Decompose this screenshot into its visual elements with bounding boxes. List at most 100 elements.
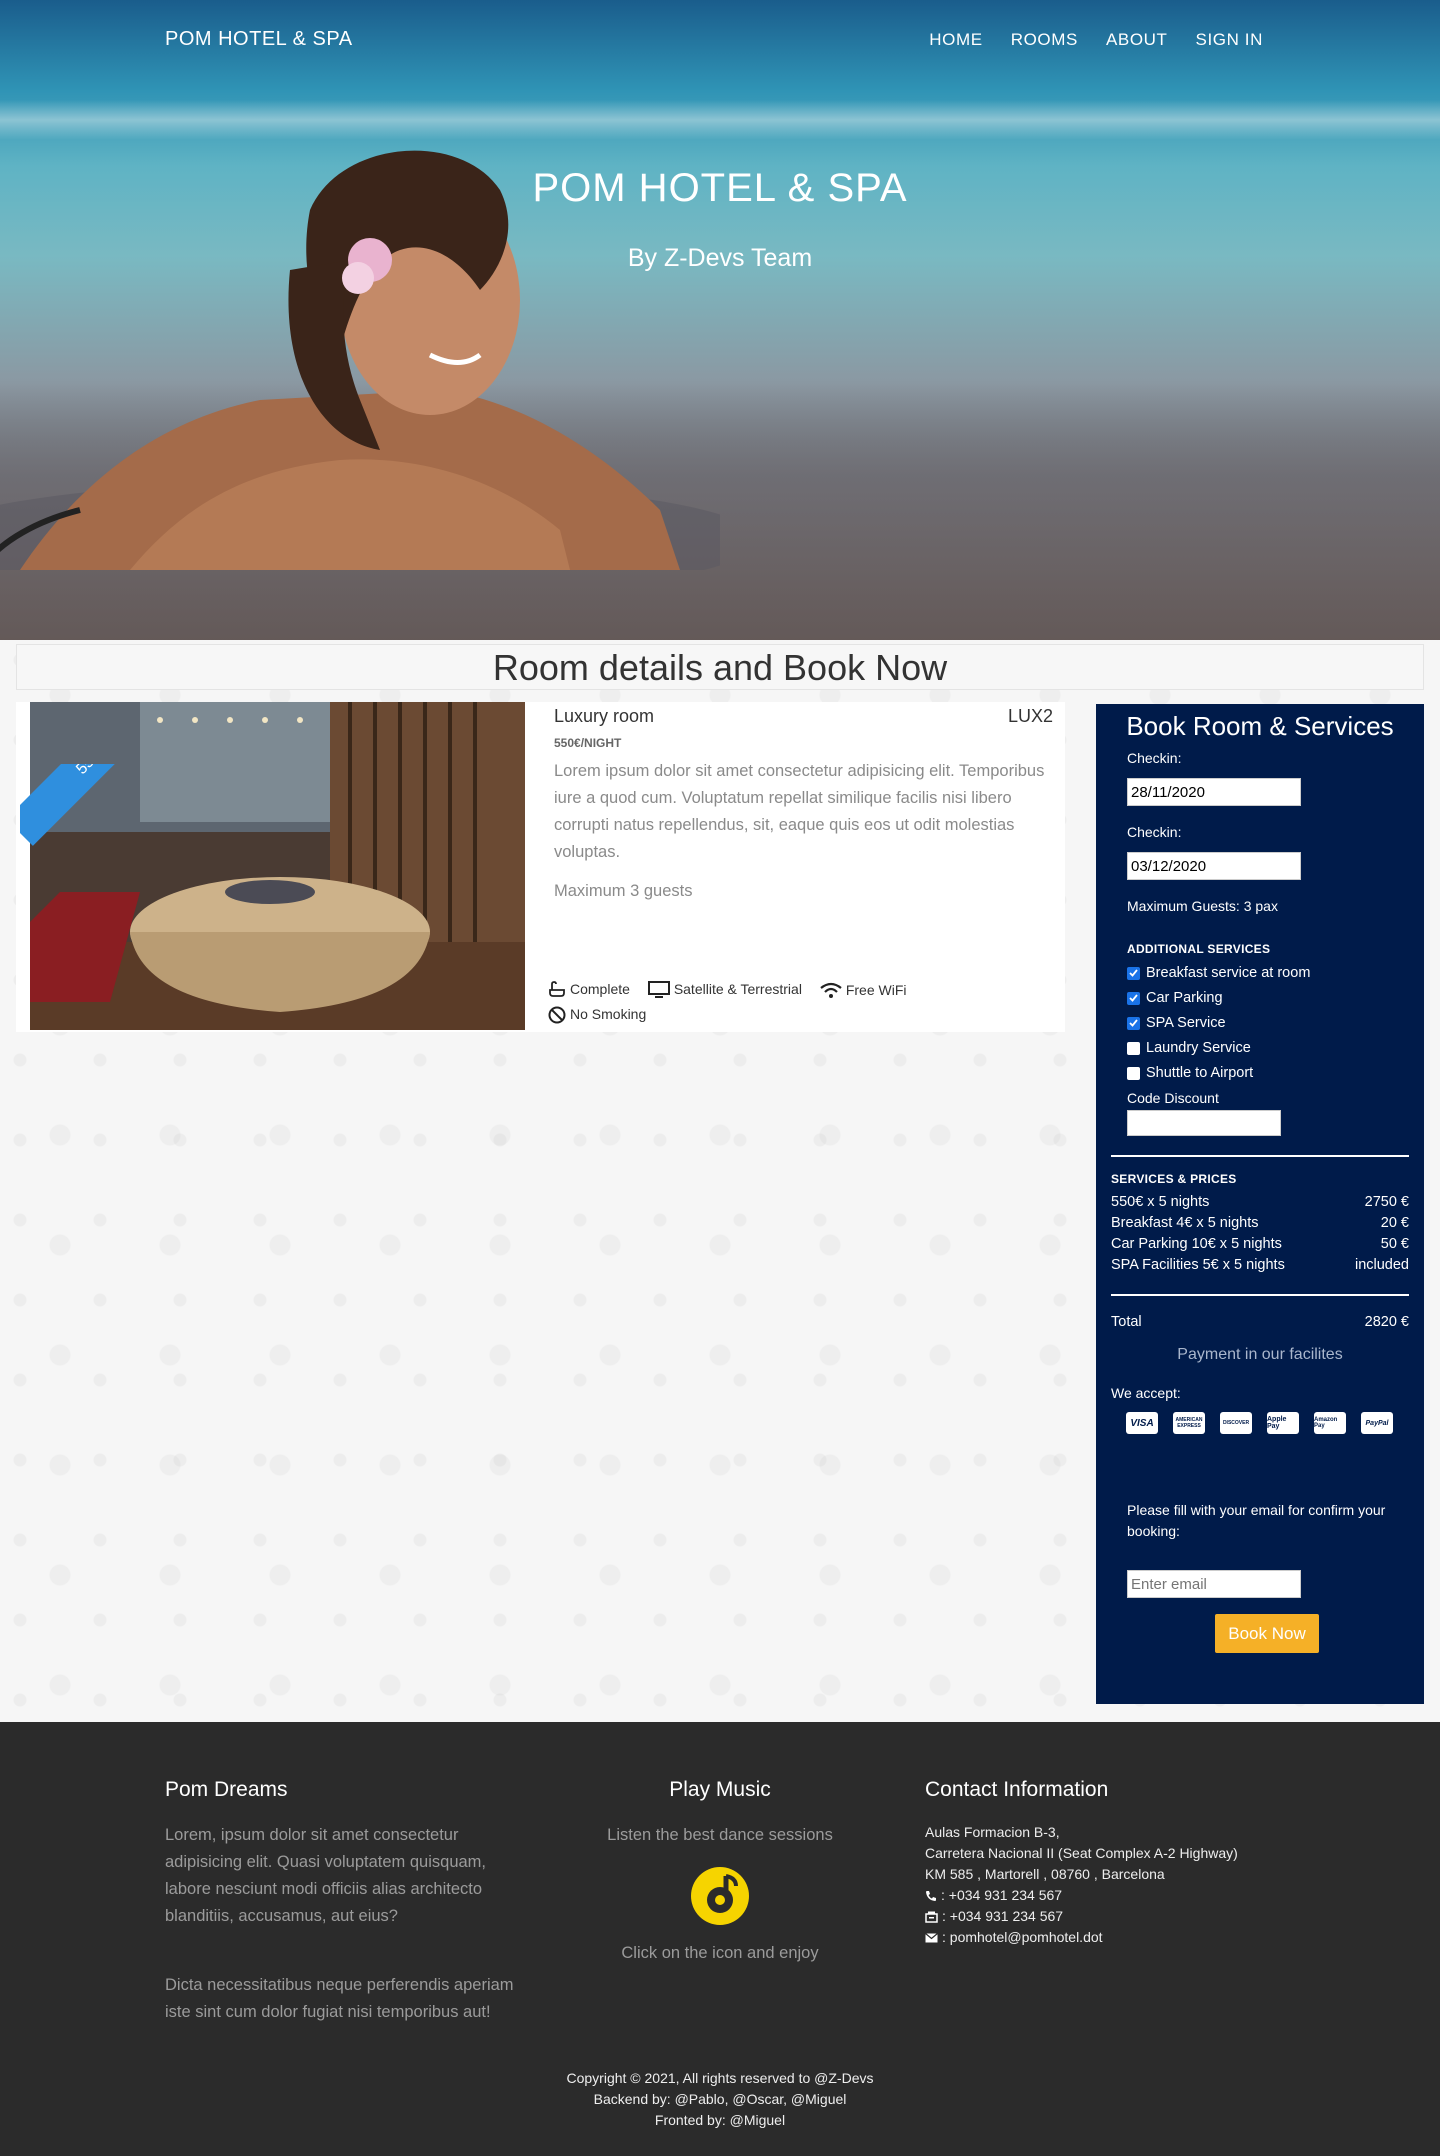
book-now-button[interactable]: Book Now [1215, 1614, 1319, 1653]
checkin-label: Checkin: [1127, 750, 1182, 766]
total-value: 2820 € [1364, 1314, 1409, 1330]
address-line: Aulas Formacion B-3, [925, 1824, 1060, 1840]
divider [1111, 1155, 1409, 1157]
checkout-date-input[interactable] [1127, 852, 1301, 880]
service-laundry[interactable]: Laundry Service [1127, 1040, 1251, 1056]
hero-horizon [0, 100, 1440, 140]
amenity-wifi: Free WiFi [820, 980, 907, 1001]
service-shuttle-label: Shuttle to Airport [1146, 1065, 1254, 1081]
price-row-amount: 2750 € [1364, 1194, 1409, 1210]
amazon-pay-card-icon: Amazon Pay [1314, 1412, 1346, 1434]
room-price: 550€/NIGHT [554, 736, 622, 750]
contact-info: Aulas Formacion B-3, Carretera Nacional … [925, 1822, 1238, 1948]
footer-col3-title: Contact Information [925, 1778, 1109, 1801]
booking-panel: Book Room & Services Checkin: Checkin: M… [1096, 704, 1424, 1704]
page-title: Room details and Book Now [16, 644, 1424, 690]
price-row: SPA Facilities 5€ x 5 nights included [1111, 1257, 1409, 1273]
checkout-label: Checkin: [1127, 824, 1182, 840]
email-row: : pomhotel@pomhotel.dot [925, 1927, 1238, 1948]
price-row-item: Car Parking 10€ x 5 nights [1111, 1236, 1282, 1252]
service-breakfast-label: Breakfast service at room [1146, 965, 1311, 981]
divider [1111, 1294, 1409, 1296]
service-car-parking[interactable]: Car Parking [1127, 990, 1223, 1006]
checkin-date-input[interactable] [1127, 778, 1301, 806]
copyright-block: Copyright © 2021, All rights reserved to… [0, 2068, 1440, 2131]
music-player-icon[interactable] [690, 1866, 750, 1926]
fax-number: : +034 931 234 567 [942, 1908, 1064, 1924]
fax-row: : +034 931 234 567 [925, 1906, 1238, 1927]
brand-logo[interactable]: POM HOTEL & SPA [165, 28, 353, 51]
hero-photo-woman-in-pool [0, 150, 720, 570]
fax-icon [925, 1911, 938, 1923]
amenity-no-smoking-label: No Smoking [570, 1006, 647, 1022]
footer-col1-paragraph-2: Dicta necessitatibus neque perferendis a… [165, 1976, 514, 2021]
payment-note: Payment in our facilites [1177, 1346, 1343, 1363]
room-amenities: Complete Satellite & Terrestrial Free Wi… [548, 979, 1028, 1030]
service-shuttle-checkbox[interactable] [1127, 1066, 1140, 1080]
price-row-amount: 50 € [1380, 1236, 1409, 1252]
price-row: Car Parking 10€ x 5 nights 50 € [1111, 1236, 1409, 1252]
service-car-parking-label: Car Parking [1146, 990, 1223, 1006]
amenity-tv-label: Satellite & Terrestrial [673, 981, 802, 997]
service-shuttle[interactable]: Shuttle to Airport [1127, 1065, 1253, 1081]
services-prices-heading: SERVICES & PRICES [1111, 1172, 1237, 1186]
envelope-icon [925, 1932, 938, 1942]
service-spa[interactable]: SPA Service [1127, 1015, 1226, 1031]
address-line: KM 585 , Martorell , 08760 , Barcelona [925, 1866, 1165, 1882]
price-ribbon-container: 550 € [20, 764, 180, 924]
nav-link-sign-in[interactable]: SIGN IN [1196, 30, 1264, 50]
wifi-icon [820, 982, 842, 998]
price-row-item: Breakfast 4€ x 5 nights [1111, 1215, 1259, 1231]
service-breakfast-checkbox[interactable] [1127, 966, 1140, 980]
amenity-no-smoking: No Smoking [548, 1004, 646, 1025]
phone-number[interactable]: : +034 931 234 567 [941, 1885, 1062, 1906]
nav-link-home[interactable]: HOME [929, 30, 982, 50]
amex-card-icon: AMERICAN EXPRESS [1173, 1412, 1205, 1434]
amenity-bath: Complete [548, 979, 630, 1000]
we-accept-label: We accept: [1111, 1385, 1181, 1401]
price-row-amount: 20 € [1380, 1215, 1409, 1231]
hero-subtitle: By Z-Devs Team [627, 244, 813, 272]
price-row-item: 550€ x 5 nights [1111, 1194, 1210, 1210]
discover-card-icon: DISCOVER [1220, 1412, 1252, 1434]
code-discount-label: Code Discount [1127, 1090, 1219, 1106]
email-input[interactable] [1127, 1570, 1301, 1598]
confirm-instructions: Please fill with your email for confirm … [1127, 1502, 1386, 1539]
code-discount-input[interactable] [1127, 1110, 1281, 1136]
phone-icon [926, 1890, 936, 1901]
total-label: Total [1111, 1314, 1142, 1330]
room-max-guests: Maximum 3 guests [554, 882, 693, 900]
footer-col1-paragraph-1: Lorem, ipsum dolor sit amet consectetur … [165, 1826, 487, 1925]
main-content: Room details and Book Now Luxury room LU… [0, 640, 1440, 1722]
service-laundry-label: Laundry Service [1146, 1040, 1251, 1056]
room-code: LUX2 [1007, 706, 1053, 726]
price-row: 550€ x 5 nights 2750 € [1111, 1194, 1409, 1210]
total-row: Total 2820 € [1111, 1314, 1409, 1330]
phone-row: : +034 931 234 567 [925, 1885, 1238, 1906]
service-spa-checkbox[interactable] [1127, 1016, 1140, 1030]
apple-pay-card-icon: Apple Pay [1267, 1412, 1299, 1434]
tv-icon [647, 981, 670, 998]
amenity-wifi-label: Free WiFi [845, 981, 907, 998]
footer-col2-title: Play Music [669, 1778, 771, 1801]
additional-services-heading: ADDITIONAL SERVICES [1127, 942, 1271, 956]
room-card: 550 € Luxury room LUX2 550€/NIGHT Lorem … [16, 702, 1065, 1032]
service-breakfast[interactable]: Breakfast service at room [1127, 965, 1310, 981]
amenity-bath-label: Complete [570, 981, 630, 997]
service-car-parking-checkbox[interactable] [1127, 991, 1140, 1005]
no-smoking-icon [548, 1006, 566, 1023]
backend-credits: Backend by: @Pablo, @Oscar, @Miguel [593, 2091, 847, 2107]
service-laundry-checkbox[interactable] [1127, 1041, 1140, 1055]
visa-card-icon: VISA [1126, 1412, 1158, 1434]
service-spa-label: SPA Service [1146, 1015, 1226, 1031]
hero-banner: POM HOTEL & SPA HOME ROOMS ABOUT SIGN IN… [0, 0, 1440, 640]
price-ribbon: 550 € [20, 764, 180, 846]
price-row-item: SPA Facilities 5€ x 5 nights [1111, 1257, 1285, 1273]
max-guests-text: Maximum Guests: 3 pax [1127, 898, 1278, 914]
paypal-card-icon: PayPal [1361, 1412, 1393, 1434]
top-navbar: POM HOTEL & SPA HOME ROOMS ABOUT SIGN IN [0, 0, 1440, 82]
email-address[interactable]: : pomhotel@pomhotel.dot [942, 1927, 1103, 1948]
frontend-credits: Fronted by: @Miguel [654, 2112, 786, 2128]
nav-link-about[interactable]: ABOUT [1106, 30, 1168, 50]
nav-link-rooms[interactable]: ROOMS [1011, 30, 1078, 50]
